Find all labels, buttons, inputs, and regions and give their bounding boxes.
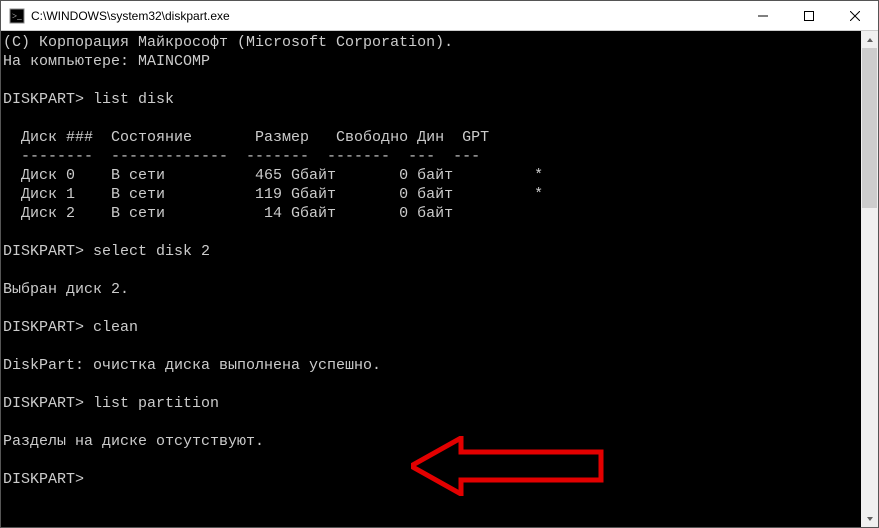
client-area: (C) Корпорация Майкрософт (Microsoft Cor… [1, 31, 878, 527]
scroll-thumb[interactable] [862, 48, 877, 208]
scroll-track[interactable] [861, 48, 878, 510]
scroll-down-button[interactable] [861, 510, 878, 527]
maximize-button[interactable] [786, 1, 832, 30]
window-title: C:\WINDOWS\system32\diskpart.exe [31, 9, 740, 23]
window-controls [740, 1, 878, 30]
console-output[interactable]: (C) Корпорация Майкрософт (Microsoft Cor… [1, 31, 861, 527]
scroll-up-button[interactable] [861, 31, 878, 48]
close-button[interactable] [832, 1, 878, 30]
titlebar: >_ C:\WINDOWS\system32\diskpart.exe [1, 1, 878, 31]
minimize-button[interactable] [740, 1, 786, 30]
vertical-scrollbar[interactable] [861, 31, 878, 527]
app-icon: >_ [9, 8, 25, 24]
svg-text:>_: >_ [12, 11, 22, 21]
